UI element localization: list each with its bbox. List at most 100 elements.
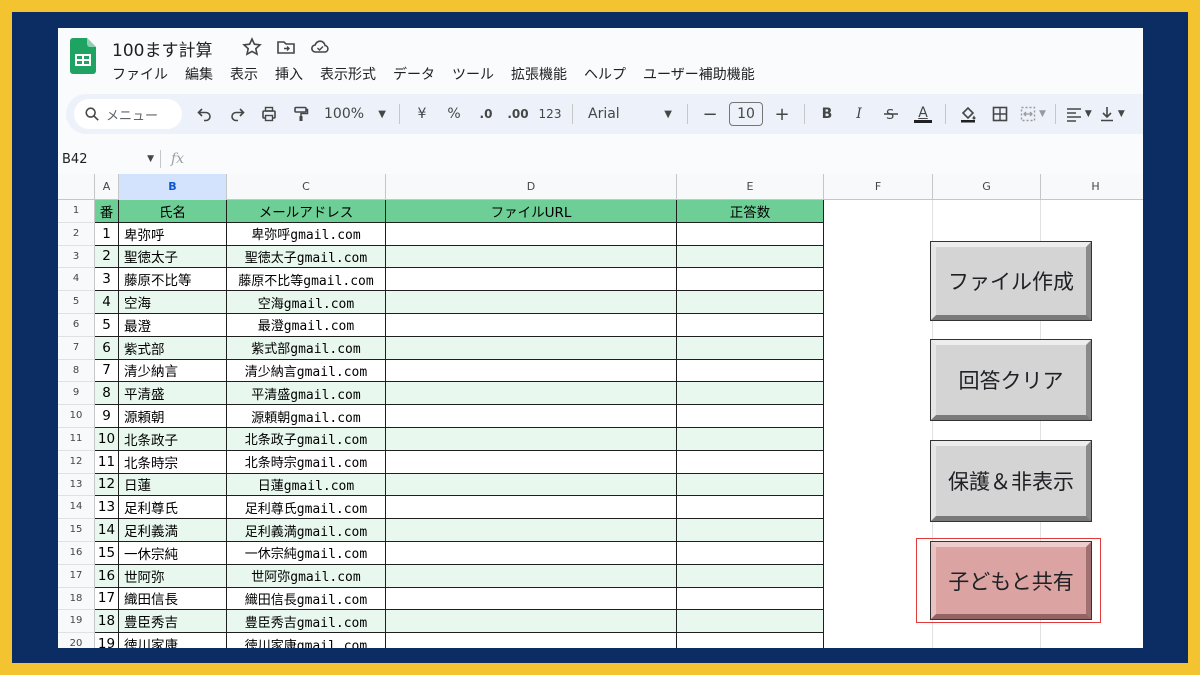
number-cell[interactable]: 10 [95, 428, 119, 451]
name-cell[interactable]: 日蓮 [119, 473, 227, 497]
merge-cells-icon[interactable]: ▼ [1019, 100, 1046, 128]
score-cell[interactable] [677, 428, 824, 451]
score-cell[interactable] [677, 542, 824, 565]
percent-format-button[interactable]: % [441, 100, 467, 128]
name-cell[interactable]: 徳川家康 [119, 633, 227, 648]
email-cell[interactable]: 豊臣秀吉gmail.com [227, 610, 386, 634]
paint-format-icon[interactable] [288, 100, 314, 128]
clear-answers-button[interactable]: 回答クリア [930, 339, 1092, 421]
number-cell[interactable]: 11 [95, 450, 119, 474]
row-header[interactable]: 8 [58, 359, 95, 383]
name-cell[interactable]: 織田信長 [119, 587, 227, 611]
email-cell[interactable]: 世阿弥gmail.com [227, 564, 386, 588]
column-header-a[interactable]: A [95, 174, 119, 200]
number-cell[interactable]: 8 [95, 382, 119, 406]
font-size-decrease-icon[interactable]: − [697, 100, 723, 128]
email-cell[interactable]: 清少納言gmail.com [227, 359, 386, 383]
score-cell[interactable] [677, 222, 824, 246]
spreadsheet-grid[interactable]: ABCDEFGH 1 2 3 4 5 6 7 8 9 10 11 12 13 14 15 16 17 18 19 20… [58, 174, 1143, 648]
score-cell[interactable] [677, 336, 824, 360]
row-header[interactable]: 2 [58, 222, 95, 246]
file-url-cell[interactable] [386, 519, 677, 542]
file-url-cell[interactable] [386, 450, 677, 474]
score-cell[interactable] [677, 450, 824, 474]
name-cell[interactable]: 北条政子 [119, 428, 227, 451]
file-url-cell[interactable] [386, 587, 677, 611]
name-cell[interactable]: 藤原不比等 [119, 268, 227, 292]
file-url-cell[interactable] [386, 291, 677, 314]
name-cell[interactable]: 最澄 [119, 314, 227, 337]
menu-search[interactable]: メニュー [74, 99, 182, 129]
row-header[interactable]: 7 [58, 336, 95, 360]
table-header-cell[interactable]: メールアドレス [227, 200, 386, 223]
fill-color-icon[interactable] [955, 100, 981, 128]
number-cell[interactable]: 2 [95, 245, 119, 269]
email-cell[interactable]: 織田信長gmail.com [227, 587, 386, 611]
document-title[interactable]: 100ます計算 [112, 36, 212, 61]
file-url-cell[interactable] [386, 336, 677, 360]
name-cell[interactable]: 平清盛 [119, 382, 227, 406]
number-cell[interactable]: 16 [95, 564, 119, 588]
file-url-cell[interactable] [386, 542, 677, 565]
file-url-cell[interactable] [386, 405, 677, 428]
name-cell[interactable]: 足利尊氏 [119, 496, 227, 520]
menu-file[interactable]: ファイル [112, 64, 177, 84]
select-all-corner[interactable] [58, 174, 95, 200]
menu-insert[interactable]: 挿入 [275, 64, 312, 84]
score-cell[interactable] [677, 359, 824, 383]
bold-button[interactable]: B [814, 100, 840, 128]
email-cell[interactable]: 足利尊氏gmail.com [227, 496, 386, 520]
email-cell[interactable]: 北条時宗gmail.com [227, 450, 386, 474]
row-header[interactable]: 5 [58, 291, 95, 314]
row-header[interactable]: 11 [58, 428, 95, 451]
column-header-h[interactable]: H [1041, 174, 1143, 200]
column-header-f[interactable]: F [824, 174, 933, 200]
file-url-cell[interactable] [386, 382, 677, 406]
score-cell[interactable] [677, 633, 824, 648]
file-url-cell[interactable] [386, 496, 677, 520]
row-header[interactable]: 6 [58, 314, 95, 337]
currency-format-button[interactable]: ¥ [409, 100, 435, 128]
create-file-button[interactable]: ファイル作成 [930, 241, 1092, 321]
email-cell[interactable]: 最澄gmail.com [227, 314, 386, 337]
number-cell[interactable]: 19 [95, 633, 119, 648]
score-cell[interactable] [677, 496, 824, 520]
name-cell[interactable]: 一休宗純 [119, 542, 227, 565]
menu-data[interactable]: データ [393, 64, 444, 84]
file-url-cell[interactable] [386, 222, 677, 246]
email-cell[interactable]: 紫式部gmail.com [227, 336, 386, 360]
table-header-cell[interactable]: 番 [95, 200, 119, 223]
number-cell[interactable]: 13 [95, 496, 119, 520]
email-cell[interactable]: 源頼朝gmail.com [227, 405, 386, 428]
name-cell[interactable]: 聖徳太子 [119, 245, 227, 269]
score-cell[interactable] [677, 473, 824, 497]
score-cell[interactable] [677, 268, 824, 292]
menu-accessibility[interactable]: ユーザー補助機能 [643, 64, 764, 84]
name-cell[interactable]: 清少納言 [119, 359, 227, 383]
email-cell[interactable]: 平清盛gmail.com [227, 382, 386, 406]
borders-icon[interactable] [987, 100, 1013, 128]
number-format-button[interactable]: 123 [537, 100, 563, 128]
number-cell[interactable]: 17 [95, 587, 119, 611]
email-cell[interactable]: 聖徳太子gmail.com [227, 245, 386, 269]
row-header[interactable]: 13 [58, 473, 95, 497]
row-header[interactable]: 17 [58, 564, 95, 588]
number-cell[interactable]: 3 [95, 268, 119, 292]
score-cell[interactable] [677, 314, 824, 337]
number-cell[interactable]: 6 [95, 336, 119, 360]
score-cell[interactable] [677, 587, 824, 611]
email-cell[interactable]: 日蓮gmail.com [227, 473, 386, 497]
number-cell[interactable]: 18 [95, 610, 119, 634]
email-cell[interactable]: 藤原不比等gmail.com [227, 268, 386, 292]
row-header[interactable]: 15 [58, 519, 95, 542]
email-cell[interactable]: 北条政子gmail.com [227, 428, 386, 451]
email-cell[interactable]: 卑弥呼gmail.com [227, 222, 386, 246]
name-cell[interactable]: 足利義満 [119, 519, 227, 542]
row-header[interactable]: 20 [58, 633, 95, 648]
star-icon[interactable] [242, 37, 262, 57]
column-header-e[interactable]: E [677, 174, 824, 200]
score-cell[interactable] [677, 382, 824, 406]
column-header-g[interactable]: G [933, 174, 1041, 200]
name-cell[interactable]: 豊臣秀吉 [119, 610, 227, 634]
score-cell[interactable] [677, 405, 824, 428]
